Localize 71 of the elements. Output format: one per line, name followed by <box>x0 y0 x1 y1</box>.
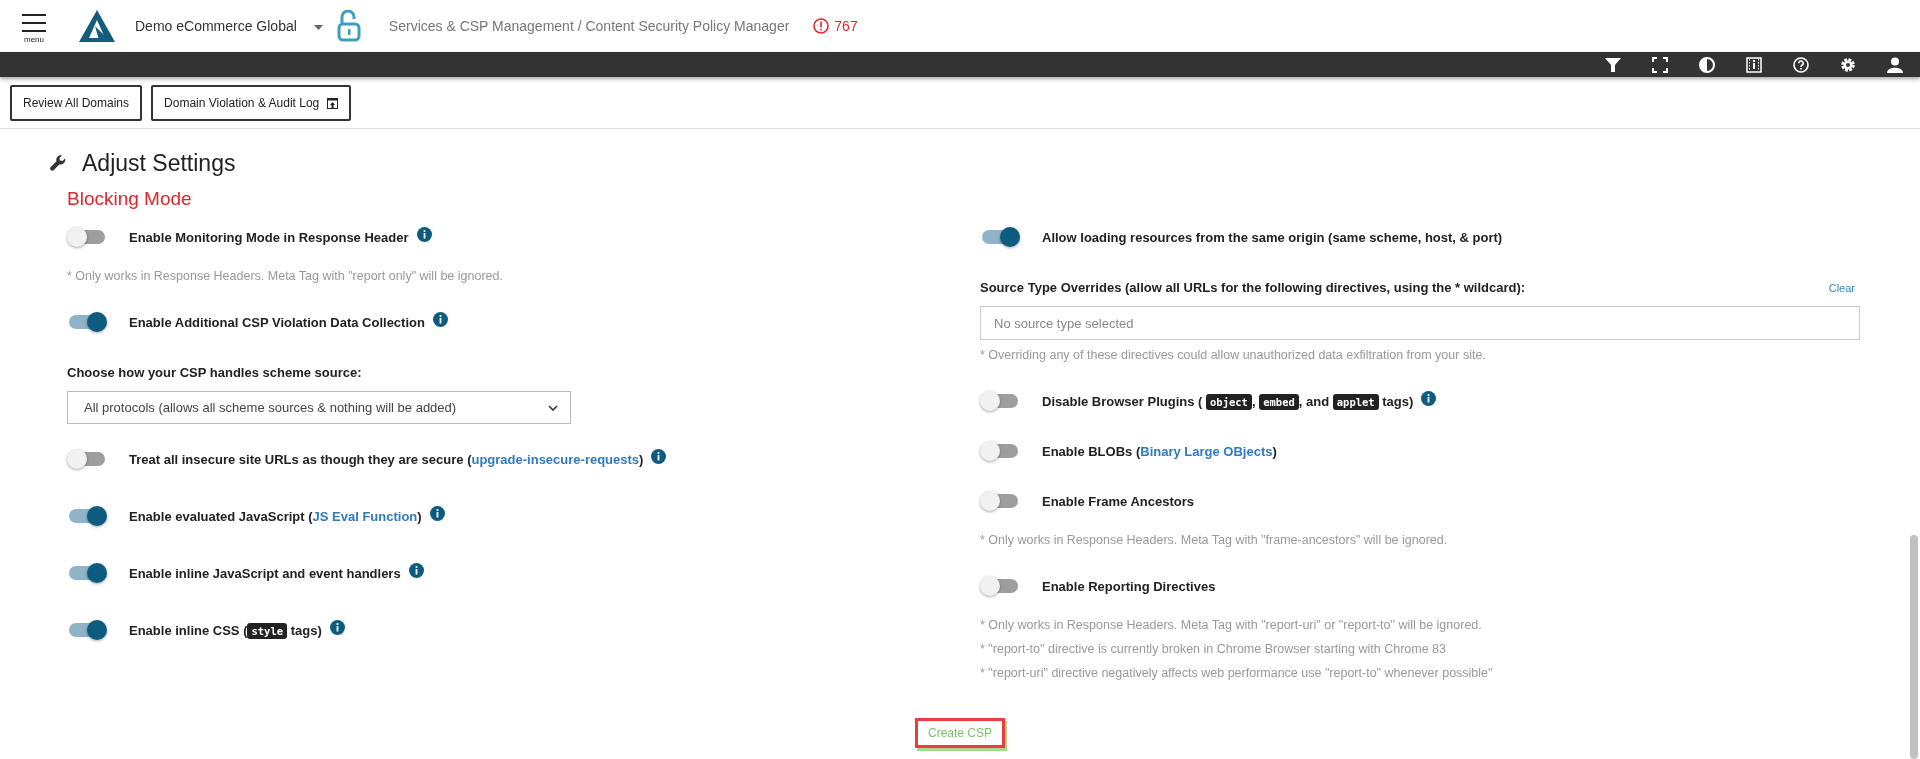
code-tag: object <box>1206 393 1252 410</box>
info-film-icon[interactable] <box>1746 56 1762 73</box>
code-tag: applet <box>1332 393 1379 410</box>
action-button[interactable]: Review All Domains <box>10 85 143 121</box>
info-icon[interactable] <box>432 311 448 327</box>
caret-icon[interactable] <box>313 25 323 30</box>
toggle-switch[interactable] <box>69 315 105 329</box>
toggle-switch[interactable] <box>69 623 105 637</box>
toggle-switch[interactable] <box>69 566 105 580</box>
field-label: Choose how your CSP handles scheme source: <box>67 364 363 382</box>
contrast-icon[interactable] <box>1699 56 1715 73</box>
wrench-icon <box>50 155 66 171</box>
alert-icon <box>813 18 830 34</box>
note-text: * Only works in Response Headers. Meta Tag with "report-uri" or "report-to" will be ignored. <box>980 617 1483 634</box>
filter-icon[interactable] <box>1605 56 1621 73</box>
breadcrumb: Services & CSP Management / Content Security Policy Manager <box>388 18 790 34</box>
site-name[interactable]: Demo eCommerce Global <box>135 18 297 34</box>
setting-label: Enable Reporting Directives <box>1042 578 1216 594</box>
link[interactable]: JS Eval Function <box>312 508 418 524</box>
fullscreen-icon[interactable] <box>1652 56 1668 73</box>
toggle-switch[interactable] <box>69 509 105 523</box>
info-icon[interactable] <box>1421 390 1437 406</box>
note-text: * Only works in Response Headers. Meta Tag with "frame-ancestors" will be ignored. <box>980 532 1449 549</box>
scheme-source-dropdown[interactable]: All protocols (allows all scheme sources & nothing will be added) <box>67 391 571 424</box>
note-text: * "report-uri" directive negatively affects web performance use "report-to" whenever possible" <box>980 665 1494 682</box>
info-icon[interactable] <box>651 448 667 464</box>
settings-icon[interactable] <box>1840 56 1856 73</box>
unlocked-padlock-icon <box>336 10 361 42</box>
code-tag: embed <box>1259 393 1299 410</box>
user-icon[interactable] <box>1887 56 1903 73</box>
alert-count[interactable]: 767 <box>834 18 858 34</box>
setting-label: Disable Browser Plugins ( object , embed , and applet tags) <box>1042 393 1414 409</box>
toggle-switch[interactable] <box>69 230 105 244</box>
logo-icon <box>79 10 115 42</box>
note-text: * Overriding any of these directives could allow unauthorized data exfiltration from your site. <box>980 347 1487 364</box>
toggle-switch[interactable] <box>982 494 1018 508</box>
toggle-switch[interactable] <box>982 579 1018 593</box>
setting-label: Allow loading resources from the same origin (same scheme, host, & port) <box>1042 229 1503 245</box>
action-button[interactable]: Domain Violation & Audit Log <box>151 85 352 121</box>
info-icon[interactable] <box>429 505 445 521</box>
upload-window-icon <box>327 97 339 109</box>
info-icon[interactable] <box>408 562 424 578</box>
scrollbar-thumb[interactable] <box>1910 535 1918 759</box>
toggle-switch[interactable] <box>982 230 1018 244</box>
section-subtitle: Blocking Mode <box>67 187 193 211</box>
info-icon[interactable] <box>329 619 345 635</box>
toggle-switch[interactable] <box>982 394 1018 408</box>
setting-label: Enable inline CSS ( style tags) <box>129 622 322 638</box>
help-icon[interactable] <box>1793 56 1809 73</box>
menu-label[interactable]: menu <box>24 36 44 44</box>
setting-label: Enable inline JavaScript and event handlers <box>129 565 401 581</box>
setting-label: Treat all insecure site URLs as though they are secure (upgrade-insecure-requests) <box>129 451 644 467</box>
section-title: Adjust Settings <box>82 149 236 178</box>
link[interactable]: Binary Large OBjects <box>1140 443 1273 459</box>
note-text: * Only works in Response Headers. Meta Tag with "report only" will be ignored. <box>67 268 504 285</box>
field-label: Source Type Overrides (allow all URLs for the following directives, using the * wildcard): <box>980 279 1526 297</box>
clear-link[interactable]: Clear <box>1828 282 1855 294</box>
toggle-switch[interactable] <box>982 444 1018 458</box>
code-tag: style <box>247 622 288 639</box>
setting-label: Enable Monitoring Mode in Response Header <box>129 229 409 245</box>
toggle-switch[interactable] <box>69 452 105 466</box>
setting-label: Enable Additional CSP Violation Data Collection <box>129 314 425 330</box>
source-type-field[interactable]: No source type selected <box>980 306 1860 340</box>
setting-label: Enable Frame Ancestors <box>1042 493 1194 509</box>
menu-icon[interactable] <box>22 14 46 32</box>
link[interactable]: upgrade-insecure-requests <box>471 451 640 467</box>
setting-label: Enable BLOBs (Binary Large OBjects) <box>1042 443 1277 459</box>
info-icon[interactable] <box>416 226 432 242</box>
chevron-down-icon <box>548 404 558 411</box>
setting-label: Enable evaluated JavaScript (JS Eval Function) <box>129 508 422 524</box>
note-text: * "report-to" directive is currently broken in Chrome Browser starting with Chrome 83 <box>980 641 1447 658</box>
